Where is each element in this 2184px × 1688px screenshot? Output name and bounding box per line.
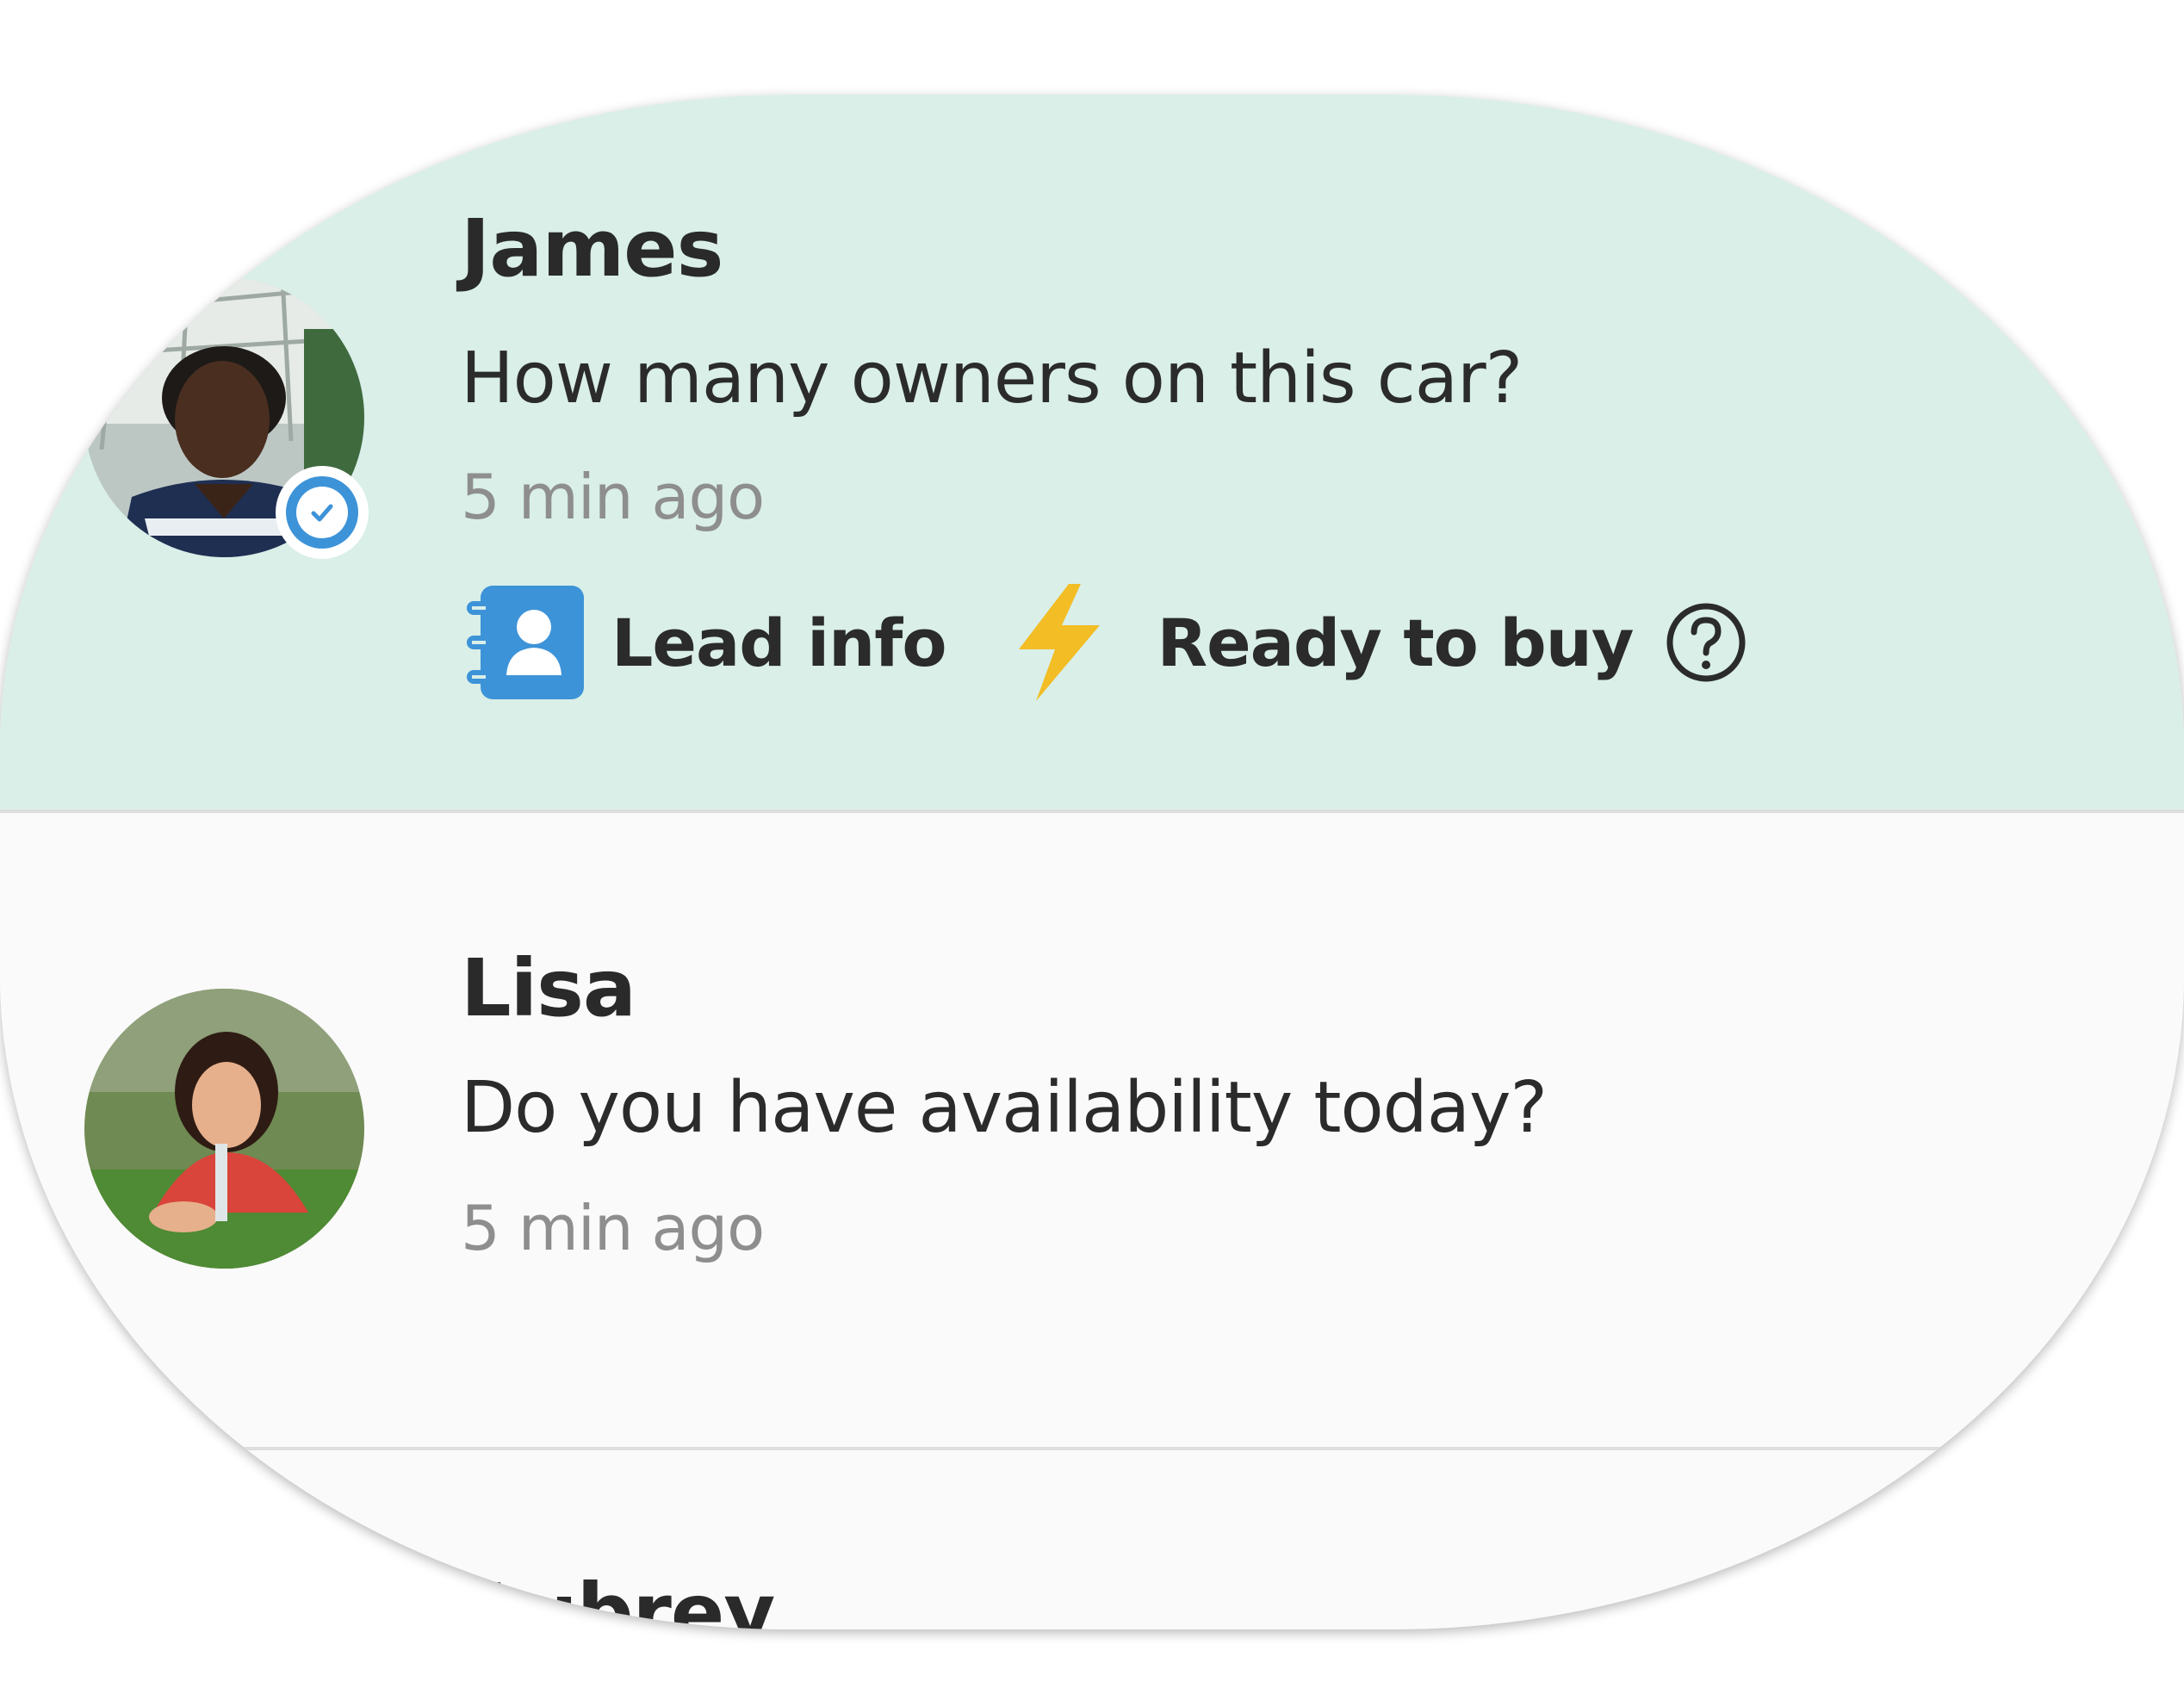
lightning-bolt-icon (1007, 582, 1110, 703)
timestamp: 5 min ago (461, 461, 765, 533)
conversation-list: James How many owners on this car? 5 min… (0, 95, 2184, 1629)
lead-actions: Lead info Ready to buy (463, 582, 1749, 703)
stage: James How many owners on this car? 5 min… (0, 0, 2184, 1688)
conversation-item-aubrey[interactable]: Aubrey (0, 1447, 2184, 1629)
avatar-photo (84, 989, 364, 1269)
verified-check-icon (286, 476, 358, 549)
message-preview: How many owners on this car? (461, 338, 1523, 419)
ready-to-buy-label: Ready to buy (1157, 604, 1635, 681)
contact-name: James (461, 202, 723, 295)
message-preview: Do you have availability today? (461, 1067, 1548, 1149)
contact-name: Lisa (461, 942, 636, 1034)
timestamp: 5 min ago (461, 1192, 765, 1264)
avatar (84, 277, 369, 559)
lead-info-label[interactable]: Lead info (611, 605, 947, 681)
contact-book-icon[interactable] (463, 582, 593, 703)
question-circle-icon[interactable] (1663, 599, 1749, 686)
avatar (84, 989, 364, 1269)
verified-badge (276, 466, 369, 559)
conversation-item-james[interactable]: James How many owners on this car? 5 min… (0, 95, 2184, 810)
conversation-item-lisa[interactable]: Lisa Do you have availability today? 5 m… (0, 810, 2184, 1450)
contact-name: Aubrey (461, 1567, 775, 1629)
